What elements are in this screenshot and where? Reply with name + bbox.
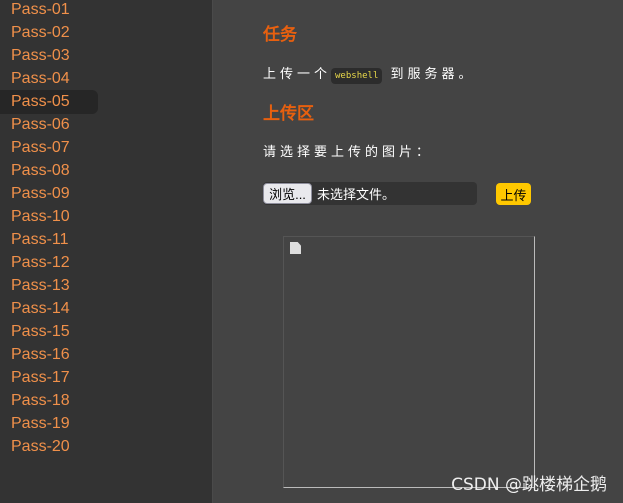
code-webshell: webshell [331, 68, 383, 84]
sidebar: Pass-01 Pass-02 Pass-03 Pass-04 Pass-05 Pass-… [0, 0, 213, 503]
sidebar-item-pass-02[interactable]: Pass-02 [0, 21, 98, 45]
broken-image-icon [290, 242, 301, 254]
sidebar-item-pass-20[interactable]: Pass-20 [0, 435, 98, 459]
sidebar-item-pass-06[interactable]: Pass-06 [0, 113, 98, 137]
task-heading: 任务 [263, 25, 297, 45]
sidebar-item-pass-10[interactable]: Pass-10 [0, 205, 98, 229]
sidebar-item-pass-05[interactable]: Pass-05 [0, 90, 98, 114]
upload-heading: 上传区 [263, 104, 314, 124]
upload-button[interactable]: 上传 [496, 183, 531, 205]
task-description: 上传一个 webshell 到服务器。 [263, 63, 476, 84]
upload-prompt: 请选择要上传的图片： [263, 145, 434, 160]
browse-button[interactable]: 浏览... [263, 183, 312, 204]
sidebar-item-pass-16[interactable]: Pass-16 [0, 343, 98, 367]
watermark: CSDN @跳楼梯企鹅 [451, 475, 607, 495]
sidebar-item-pass-07[interactable]: Pass-07 [0, 136, 98, 160]
task-text-end: 到服务器。 [390, 67, 476, 82]
sidebar-item-pass-12[interactable]: Pass-12 [0, 251, 98, 275]
sidebar-item-pass-03[interactable]: Pass-03 [0, 44, 98, 68]
sidebar-item-pass-14[interactable]: Pass-14 [0, 297, 98, 321]
no-file-label: 未选择文件。 [317, 188, 396, 203]
sidebar-item-pass-09[interactable]: Pass-09 [0, 182, 98, 206]
sidebar-item-pass-01[interactable]: Pass-01 [0, 0, 98, 22]
sidebar-item-pass-04[interactable]: Pass-04 [0, 67, 98, 91]
image-preview [283, 236, 535, 488]
sidebar-item-pass-17[interactable]: Pass-17 [0, 366, 98, 390]
sidebar-item-pass-08[interactable]: Pass-08 [0, 159, 98, 183]
sidebar-item-pass-19[interactable]: Pass-19 [0, 412, 98, 436]
sidebar-item-pass-11[interactable]: Pass-11 [0, 228, 98, 252]
sidebar-item-pass-18[interactable]: Pass-18 [0, 389, 98, 413]
task-text: 上传一个 [263, 67, 332, 82]
file-input[interactable]: 浏览... 未选择文件。 [263, 182, 477, 205]
sidebar-item-pass-15[interactable]: Pass-15 [0, 320, 98, 344]
sidebar-item-pass-13[interactable]: Pass-13 [0, 274, 98, 298]
